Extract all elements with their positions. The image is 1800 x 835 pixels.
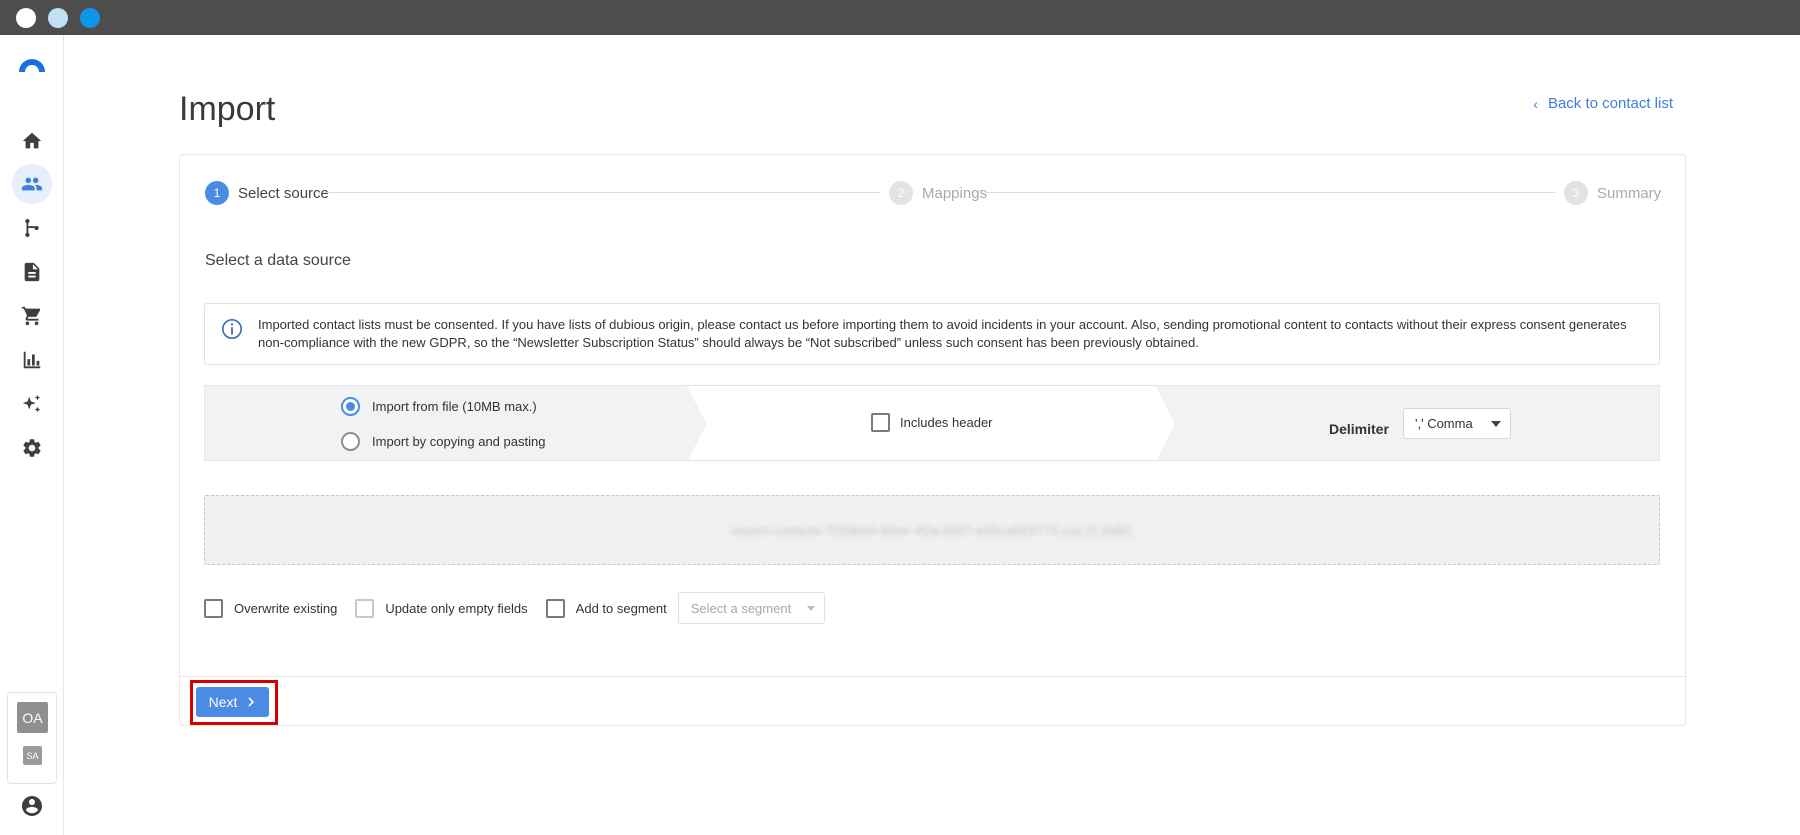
delimiter-select[interactable]: ',' Comma [1403, 408, 1511, 439]
radio-import-file[interactable] [341, 397, 360, 416]
import-by-paste-option[interactable]: Import by copying and pasting [341, 432, 545, 451]
step-connector [985, 192, 1555, 193]
step-select-source: 1 Select source [205, 181, 329, 205]
import-from-file-option[interactable]: Import from file (10MB max.) [341, 397, 537, 416]
step-connector [324, 192, 880, 193]
info-icon [222, 319, 242, 339]
import-card: 1 Select source 2 Mappings 3 Summary Sel… [179, 154, 1686, 726]
sparkles-icon[interactable] [12, 384, 52, 424]
overwrite-existing-checkbox[interactable] [204, 598, 223, 618]
radio-import-file-label: Import from file (10MB max.) [372, 399, 537, 414]
next-button-label: Next [208, 694, 238, 710]
cart-icon[interactable] [12, 296, 52, 336]
includes-header-label: Includes header [900, 415, 993, 430]
minimize-dot[interactable] [48, 8, 68, 28]
reports-icon[interactable] [12, 340, 52, 380]
gear-icon[interactable] [12, 428, 52, 468]
selected-file-name: export-contacts-7059be0-80ae-4f2a-b587-e… [732, 522, 1132, 538]
back-link-label: Back to contact list [1547, 95, 1673, 112]
caret-down-icon [806, 606, 815, 611]
window-titlebar [0, 0, 1800, 35]
sidebar: OA SA [0, 35, 64, 835]
step-number: 2 [889, 181, 913, 205]
delimiter-value: ',' Comma [1415, 416, 1473, 431]
step-label: Select source [238, 184, 329, 202]
chevron-right-icon [248, 697, 255, 707]
info-text: Imported contact lists must be consented… [258, 317, 1627, 350]
document-icon[interactable] [12, 252, 52, 292]
add-to-segment-label: Add to segment [575, 600, 667, 616]
includes-header-checkbox[interactable] [871, 413, 890, 432]
step-label: Summary [1597, 184, 1662, 202]
add-to-segment-checkbox[interactable] [545, 598, 565, 618]
step-label: Mappings [922, 184, 988, 202]
account-avatar-secondary[interactable]: SA [23, 746, 42, 765]
back-to-contact-list-link[interactable]: ‹ Back to contact list [1533, 95, 1673, 112]
update-empty-fields-option[interactable]: Update only empty fields [355, 598, 528, 618]
caret-down-icon [1491, 421, 1501, 427]
update-empty-fields-checkbox[interactable] [355, 598, 375, 618]
section-title: Select a data source [205, 252, 351, 269]
contacts-icon[interactable] [12, 164, 52, 204]
user-profile-icon[interactable] [20, 794, 44, 818]
import-options: Overwrite existing Update only empty fie… [204, 592, 825, 624]
step-summary: 3 Summary [1564, 181, 1661, 205]
step-mappings: 2 Mappings [889, 181, 987, 205]
includes-header-option[interactable]: Includes header [871, 413, 993, 432]
overwrite-existing-label: Overwrite existing [234, 600, 338, 616]
account-switcher: OA SA [7, 692, 57, 784]
segment-placeholder: Select a segment [690, 600, 792, 616]
radio-import-paste-label: Import by copying and pasting [372, 434, 546, 449]
close-dot[interactable] [16, 8, 36, 28]
step-number: 1 [205, 181, 229, 205]
add-to-segment-option[interactable]: Add to segment [545, 598, 667, 618]
step-number: 3 [1564, 181, 1588, 205]
logo-icon[interactable] [17, 55, 47, 73]
maximize-dot[interactable] [80, 8, 100, 28]
file-dropzone[interactable]: export-contacts-7059be0-80ae-4f2a-b587-e… [204, 495, 1660, 565]
delimiter-label: Delimiter [1329, 421, 1389, 437]
overwrite-existing-option[interactable]: Overwrite existing [204, 598, 338, 618]
radio-import-paste[interactable] [341, 432, 360, 451]
page-title: Import [179, 90, 276, 128]
flows-icon[interactable] [12, 208, 52, 248]
card-footer: Next [180, 676, 1685, 726]
gdpr-info-box: Imported contact lists must be consented… [204, 303, 1660, 365]
next-button[interactable]: Next [196, 687, 269, 717]
chevron-left-icon: ‹ [1533, 95, 1538, 112]
account-avatar-primary[interactable]: OA [17, 702, 48, 733]
segment-select[interactable]: Select a segment [677, 592, 825, 624]
update-empty-fields-label: Update only empty fields [385, 600, 528, 616]
home-icon[interactable] [12, 121, 52, 161]
source-options-bar: Import from file (10MB max.) Import by c… [204, 385, 1660, 461]
